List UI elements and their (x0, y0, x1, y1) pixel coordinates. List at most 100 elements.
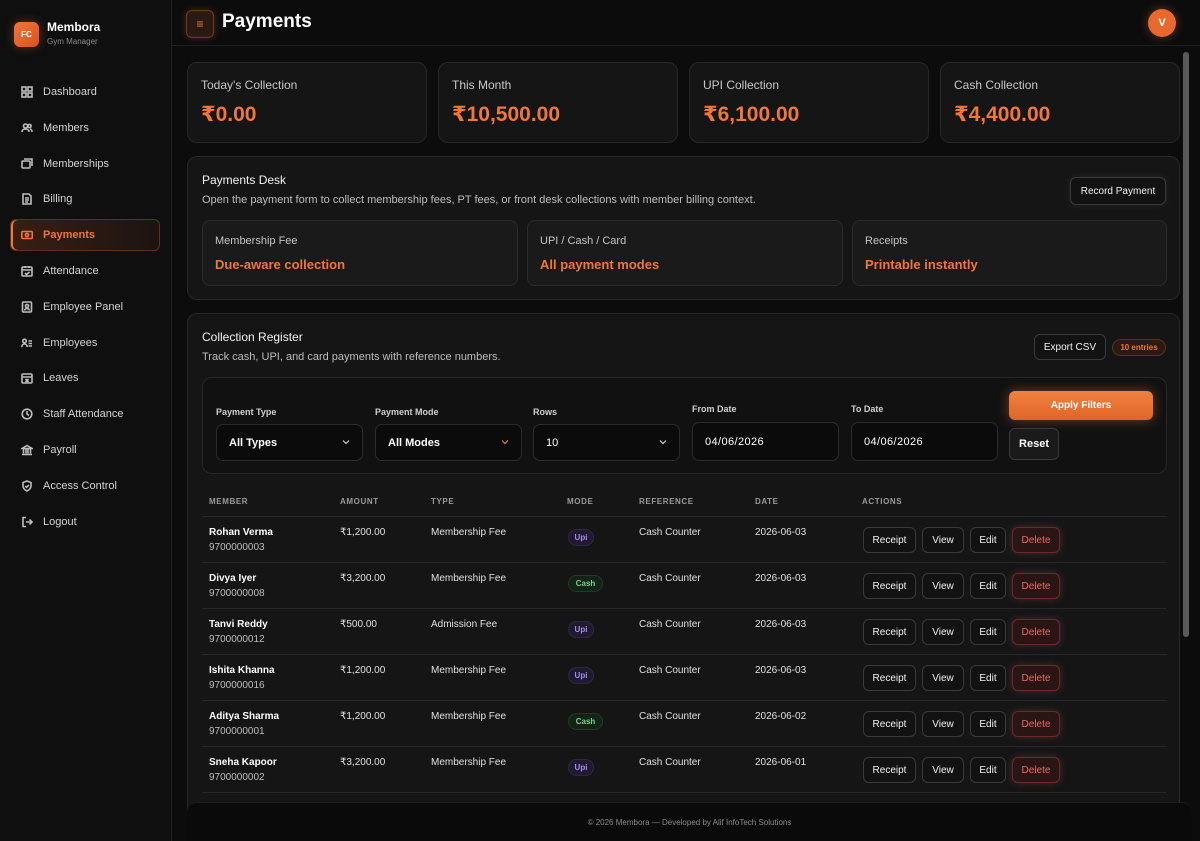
delete-button[interactable]: Delete (1012, 711, 1060, 737)
sidebar-item-payments[interactable]: Payments (10, 219, 160, 252)
sidebar-item-employees[interactable]: Employees (10, 327, 160, 359)
column-header-mode: MODE (567, 497, 594, 506)
delete-button[interactable]: Delete (1012, 757, 1060, 783)
section-title: Payments Desk (202, 173, 287, 187)
sidebar-item-logout[interactable]: Logout (10, 506, 160, 538)
sidebar-item-attendance[interactable]: Attendance (10, 255, 160, 287)
brand[interactable]: FC Membora Gym Manager (14, 20, 100, 48)
edit-button[interactable]: Edit (970, 527, 1006, 553)
column-header-actions: ACTIONS (862, 497, 903, 506)
reference: Cash Counter (639, 665, 701, 676)
sidebar-item-billing[interactable]: Billing (10, 183, 160, 215)
amount: ₹1,200.00 (340, 527, 386, 538)
receipt-button[interactable]: Receipt (863, 711, 916, 737)
delete-button[interactable]: Delete (1012, 527, 1060, 553)
from-date-label: From Date (692, 404, 737, 414)
receipt-button[interactable]: Receipt (863, 619, 916, 645)
view-button[interactable]: View (922, 573, 964, 599)
sidebar-item-leaves[interactable]: Leaves (10, 362, 160, 394)
feature-value: All payment modes (540, 257, 660, 272)
sidebar-item-label: Employees (43, 336, 98, 349)
payment-mode-select[interactable]: All Modes (375, 424, 522, 461)
sidebar-item-label: Leaves (43, 372, 79, 385)
feature-card-receipts: Receipts Printable instantly (852, 220, 1167, 286)
column-header-member: MEMBER (209, 497, 249, 506)
document-icon (22, 193, 32, 206)
edit-button[interactable]: Edit (970, 711, 1006, 737)
menu-toggle-button[interactable]: ≡ (186, 10, 214, 38)
stat-label: Cash Collection (954, 78, 1039, 92)
view-button[interactable]: View (922, 619, 964, 645)
payment-type: Membership Fee (431, 527, 507, 538)
brand-subtitle: Gym Manager (47, 37, 98, 46)
payment-type: Admission Fee (431, 619, 498, 630)
delete-button[interactable]: Delete (1012, 665, 1060, 691)
stat-label: UPI Collection (703, 78, 780, 92)
chevron-down-icon (659, 440, 667, 445)
sidebar-item-staff-attendance[interactable]: Staff Attendance (10, 398, 160, 430)
mode-badge: Cash (568, 575, 603, 592)
cards-icon (21, 157, 33, 169)
feature-card-membership: Membership Fee Due-aware collection (202, 220, 518, 286)
member-phone: 9700000003 (209, 542, 265, 553)
to-date-input[interactable]: 04/06/2026 (851, 422, 998, 461)
section-description: Track cash, UPI, and card payments with … (202, 351, 501, 363)
user-list-icon (21, 337, 32, 347)
payment-date: 2026-06-01 (755, 757, 807, 768)
receipt-button[interactable]: Receipt (863, 573, 916, 599)
view-button[interactable]: View (922, 757, 964, 783)
reference: Cash Counter (639, 711, 701, 722)
member-name: Ishita Khanna (209, 665, 275, 676)
edit-button[interactable]: Edit (970, 665, 1006, 691)
receipt-button[interactable]: Receipt (863, 527, 916, 553)
receipt-button[interactable]: Receipt (863, 665, 916, 691)
view-button[interactable]: View (922, 711, 964, 737)
payment-mode-label: Payment Mode (375, 407, 439, 417)
page-scrollbar[interactable] (1183, 52, 1189, 637)
id-card-icon (21, 300, 33, 313)
section-description: Open the payment form to collect members… (202, 194, 756, 206)
apply-filters-button[interactable]: Apply Filters (1009, 391, 1153, 420)
sidebar-item-dashboard[interactable]: Dashboard (10, 76, 160, 108)
column-header-amount: AMOUNT (340, 497, 379, 506)
member-phone: 9700000008 (209, 588, 265, 599)
delete-button[interactable]: Delete (1012, 619, 1060, 645)
amount: ₹1,200.00 (340, 711, 386, 722)
stat-value: ₹0.00 (201, 103, 257, 126)
table-row: Sneha Kapoor 9700000002 ₹3,200.00 Member… (202, 746, 1167, 792)
sidebar-item-employee-panel[interactable]: Employee Panel (10, 291, 160, 323)
table-row: Divya Iyer 9700000008 ₹3,200.00 Membersh… (202, 562, 1167, 608)
view-button[interactable]: View (922, 665, 964, 691)
payments-desk-section: Payments Desk Open the payment form to c… (187, 156, 1180, 300)
sidebar-item-payroll[interactable]: Payroll (10, 434, 160, 466)
receipt-button[interactable]: Receipt (863, 757, 916, 783)
delete-button[interactable]: Delete (1012, 573, 1060, 599)
sidebar-item-label: Dashboard (43, 86, 97, 98)
member-name: Rohan Verma (209, 527, 273, 538)
sidebar-item-access-control[interactable]: Access Control (10, 470, 160, 502)
rows-select[interactable]: 10 (533, 424, 680, 461)
view-button[interactable]: View (922, 527, 964, 553)
payment-type-select[interactable]: All Types (216, 424, 363, 461)
edit-button[interactable]: Edit (970, 619, 1006, 645)
brand-name: Membora (47, 20, 101, 34)
to-date-label: To Date (851, 404, 884, 414)
stat-card-today: Today's Collection ₹0.00 (187, 62, 427, 143)
amount: ₹3,200.00 (340, 573, 386, 584)
feature-label: Receipts (865, 235, 908, 247)
sidebar-item-label: Staff Attendance (43, 408, 124, 421)
from-date-input[interactable]: 04/06/2026 (692, 422, 839, 461)
edit-button[interactable]: Edit (970, 573, 1006, 599)
payment-type-label: Payment Type (216, 407, 277, 417)
sidebar-item-label: Logout (43, 515, 77, 528)
record-payment-button[interactable]: Record Payment (1070, 177, 1166, 205)
sidebar-item-members[interactable]: Members (10, 112, 160, 144)
sidebar-item-label: Billing (43, 193, 73, 206)
edit-button[interactable]: Edit (970, 757, 1006, 783)
sidebar-item-memberships[interactable]: Memberships (10, 148, 160, 180)
rows-label: Rows (533, 407, 558, 417)
export-csv-button[interactable]: Export CSV (1034, 334, 1106, 360)
reset-button[interactable]: Reset (1009, 428, 1059, 460)
amount: ₹1,200.00 (340, 665, 386, 676)
avatar[interactable]: V (1148, 9, 1176, 37)
